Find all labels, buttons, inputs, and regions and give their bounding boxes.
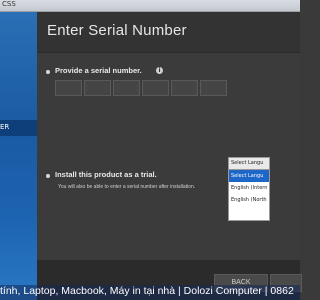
trial-radio[interactable]	[46, 174, 50, 178]
main-panel: Enter Serial Number Provide a serial num…	[37, 12, 300, 300]
language-option[interactable]: Select Langu	[229, 170, 269, 182]
header: Enter Serial Number	[37, 12, 300, 53]
trial-label: Install this product as a trial.	[55, 170, 157, 179]
serial-label: Provide a serial number.	[55, 66, 142, 75]
watermark-text: tính, Laptop, Macbook, Máy in tại nhà | …	[0, 285, 294, 297]
language-option-label: English (North	[231, 197, 267, 203]
watermark-banner: tính, Laptop, Macbook, Máy in tại nhà | …	[0, 285, 300, 300]
language-option[interactable]: English (Intern	[229, 182, 269, 194]
language-option[interactable]: English (North	[229, 194, 269, 206]
trial-sublabel: You will also be able to enter a serial …	[58, 184, 196, 190]
serial-field-5[interactable]	[171, 80, 198, 96]
sidebar: ER	[0, 12, 37, 300]
language-option-label: Select Langu	[231, 173, 264, 179]
serial-field-1[interactable]	[55, 80, 82, 96]
serial-field-6[interactable]	[200, 80, 227, 96]
window-titlebar: CSS	[0, 0, 300, 12]
language-option-label: English (Intern	[231, 185, 268, 191]
window-title: CSS	[2, 0, 16, 8]
sidebar-item-enter-serial[interactable]: ER	[0, 120, 37, 136]
language-select-value: Select Langu	[231, 160, 264, 166]
serial-field-2[interactable]	[84, 80, 111, 96]
page-title: Enter Serial Number	[47, 22, 187, 39]
serial-radio[interactable]	[46, 70, 50, 74]
language-dropdown-list: Select Langu English (Intern English (No…	[228, 169, 270, 221]
info-icon[interactable]: i	[156, 67, 163, 74]
serial-field-3[interactable]	[113, 80, 140, 96]
sidebar-item-label: ER	[0, 123, 10, 131]
serial-field-4[interactable]	[142, 80, 169, 96]
